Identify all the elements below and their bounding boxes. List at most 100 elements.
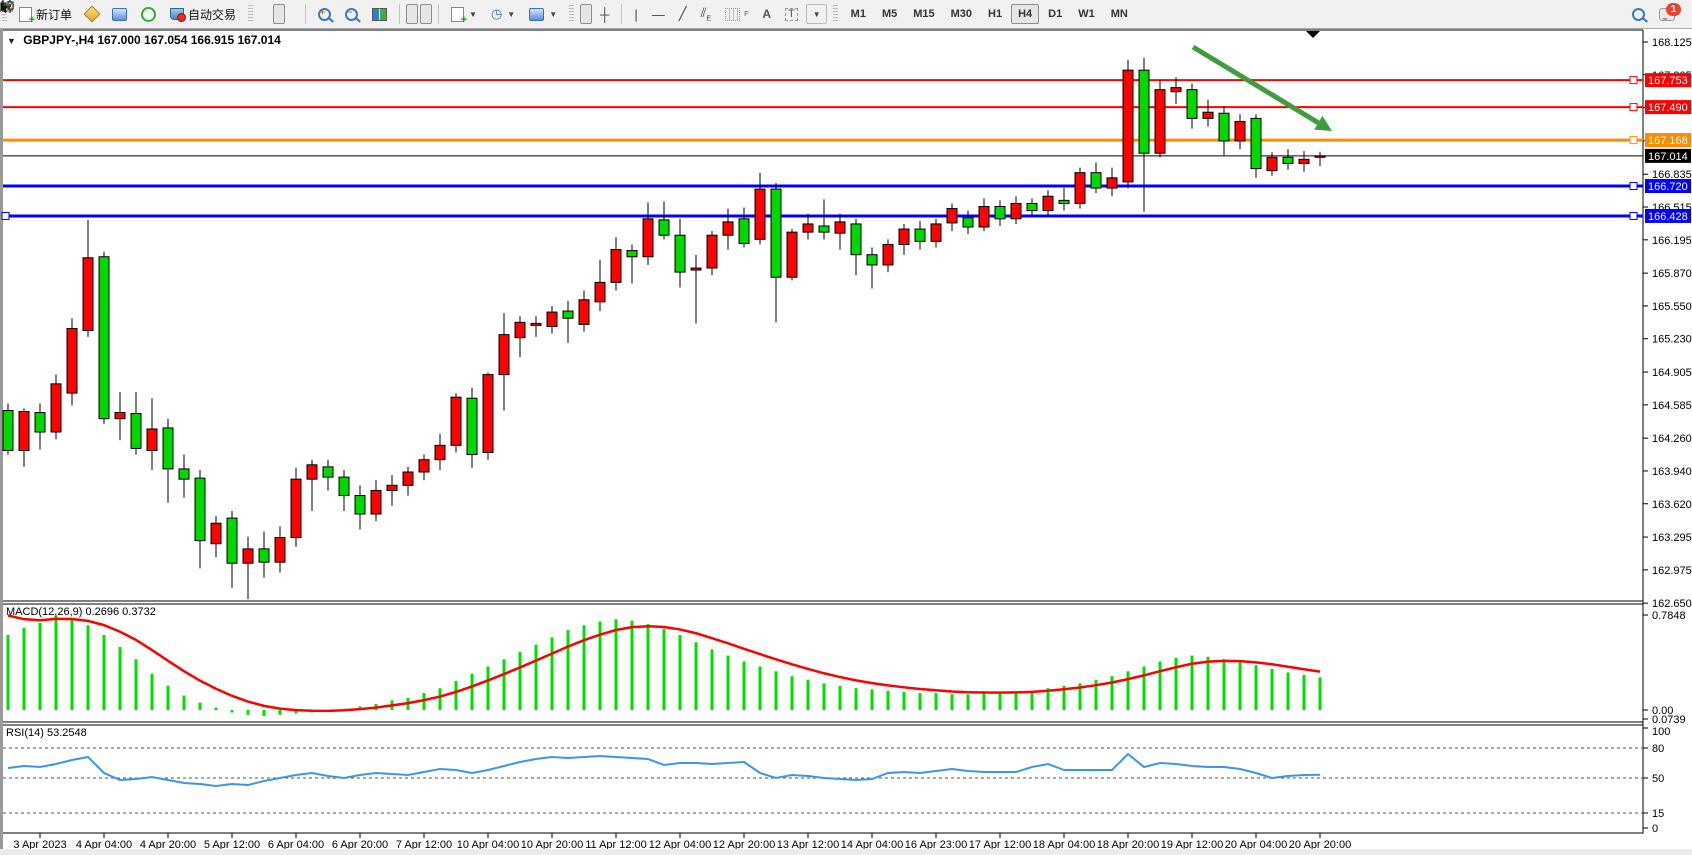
rsi-value: 53.2548 [47, 727, 87, 739]
timeframe-m30[interactable]: M30 [944, 4, 979, 24]
timeframe-m15[interactable]: M15 [906, 4, 941, 24]
candle-body [195, 478, 205, 541]
timeframe-m5[interactable]: M5 [875, 4, 904, 24]
candle-body [451, 397, 461, 445]
candle-body [163, 428, 173, 469]
candle-body [739, 219, 749, 244]
line-handle-right[interactable] [1630, 104, 1637, 111]
line-handle-left[interactable] [2, 212, 9, 219]
price-label-text: 166.720 [1648, 181, 1688, 193]
symbol-dropdown-icon: ▼ [7, 36, 16, 46]
timeframe-d1[interactable]: D1 [1041, 4, 1069, 24]
channel-button[interactable]: ⫽E [695, 4, 717, 24]
candle-body [1027, 203, 1037, 210]
timeframe-h1[interactable]: H1 [981, 4, 1009, 24]
price-label-text: 167.014 [1648, 151, 1688, 163]
text-button[interactable]: A [756, 4, 777, 24]
auto-trading-button[interactable]: 自动交易 [164, 4, 242, 24]
macd-values: 0.2696 0.3732 [85, 606, 155, 618]
candle-body [867, 255, 877, 265]
macd-indicator-label: MACD(12,26,9) 0.2696 0.3732 [6, 606, 156, 618]
chevron-down-icon: ▼ [813, 10, 821, 19]
candle-body [1251, 118, 1261, 168]
chat-bubble-icon: 1 [1659, 8, 1675, 21]
crosshair-button[interactable]: ┼ [594, 4, 615, 24]
fibonacci-button[interactable]: F [719, 4, 754, 24]
rsi-scale-label: 15 [1652, 808, 1664, 820]
candle-body [851, 224, 861, 255]
candle-body [387, 485, 397, 490]
crosshair-icon: ┼ [600, 7, 609, 22]
timeframe-h4[interactable]: H4 [1011, 4, 1039, 24]
zoom-out-icon: − [345, 8, 358, 21]
candle-body [371, 490, 381, 514]
auto-scroll-button[interactable] [406, 4, 418, 24]
arrows-button[interactable]: ▼ [806, 4, 827, 24]
trendline-button[interactable]: ╱ [673, 4, 693, 24]
tile-windows-button[interactable] [366, 4, 393, 24]
toolbar-grip [248, 5, 253, 23]
candle-body [307, 465, 317, 479]
signals-button[interactable] [135, 4, 162, 24]
candle-body [963, 218, 973, 227]
horizontal-line-button[interactable]: — [646, 4, 671, 24]
candle-body [339, 477, 349, 495]
chart-shift-button[interactable] [420, 4, 432, 24]
candle-body [947, 209, 957, 223]
market-watch-button[interactable] [106, 4, 133, 24]
price-tick-label: 168.125 [1652, 37, 1692, 49]
vertical-line-button[interactable]: | [628, 4, 643, 24]
metaeditor-button[interactable] [80, 4, 104, 24]
line-chart-type-button[interactable] [287, 4, 299, 24]
text-label-icon: T [785, 8, 798, 21]
periods-button[interactable]: ◷▼ [485, 4, 521, 24]
cursor-button[interactable] [580, 4, 592, 24]
timeframe-m1[interactable]: M1 [844, 4, 873, 24]
template-icon [529, 8, 544, 21]
candle-body [883, 244, 893, 265]
zoom-out-button[interactable]: − [339, 4, 364, 24]
chevron-down-icon: ▼ [507, 10, 515, 19]
candle-body [1267, 157, 1277, 170]
new-order-button[interactable]: 新订单 [13, 4, 78, 24]
price-tick-label: 162.650 [1652, 598, 1692, 610]
line-handle-right[interactable] [1630, 212, 1637, 219]
search-button[interactable] [1626, 4, 1651, 24]
bar-chart-type-button[interactable] [259, 4, 271, 24]
zoom-in-button[interactable]: + [312, 4, 337, 24]
radio-signal-icon [141, 7, 156, 22]
indicators-button[interactable]: ▼ [445, 4, 483, 24]
candle-body [1299, 159, 1309, 163]
line-handle-right[interactable] [1630, 137, 1637, 144]
main-toolbar: 新订单 自动交易 [0, 0, 1692, 29]
fibonacci-icon [725, 8, 740, 21]
candle-body [275, 538, 285, 563]
price-tick-label: 163.620 [1652, 499, 1692, 511]
chart-title[interactable]: ▼ GBPJPY-,H4 167.000 167.054 166.915 167… [7, 33, 281, 47]
line-handle-right[interactable] [1630, 77, 1637, 84]
candle-body [1315, 156, 1325, 157]
status-strip [0, 849, 1692, 855]
candle-body [483, 375, 493, 453]
candlestick-type-button[interactable] [273, 4, 285, 24]
text-label-button[interactable]: T [779, 4, 804, 24]
candle-body [547, 312, 557, 326]
candle-body [1219, 113, 1229, 141]
candle-body [1235, 121, 1245, 140]
candle-body [115, 413, 125, 419]
candle-body [531, 323, 541, 325]
notifications-button[interactable]: 1 [1653, 4, 1681, 24]
candle-body [643, 219, 653, 257]
candle-body [1059, 200, 1069, 203]
auto-trading-icon [170, 8, 184, 20]
symbol-label: GBPJPY-,H4 [23, 33, 94, 47]
candle-body [611, 250, 621, 283]
chevron-down-icon: ▼ [549, 10, 557, 19]
candle-body [1139, 70, 1149, 153]
timeframe-group: M1M5M15M30H1H4D1W1MN [840, 0, 1139, 28]
templates-button[interactable]: ▼ [523, 4, 563, 24]
timeframe-w1[interactable]: W1 [1071, 4, 1102, 24]
candle-body [675, 235, 685, 272]
line-handle-right[interactable] [1630, 183, 1637, 190]
timeframe-mn[interactable]: MN [1104, 4, 1135, 24]
